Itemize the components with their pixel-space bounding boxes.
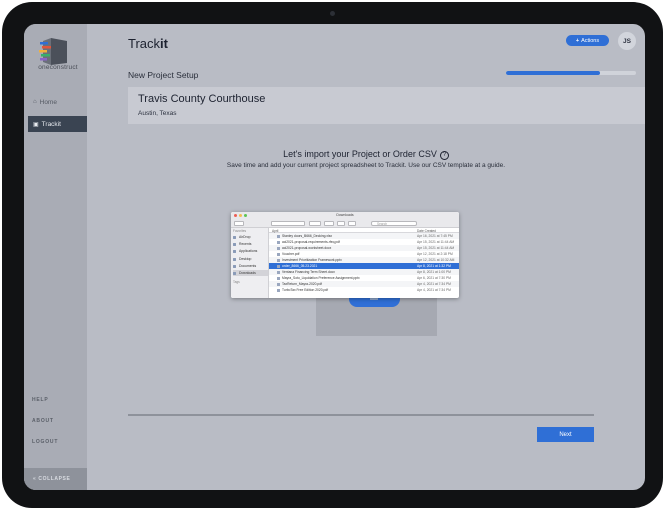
setup-progress-fill [506, 71, 600, 75]
documents-icon [233, 264, 236, 268]
sidebar-item-documents[interactable]: Documents [233, 263, 268, 269]
file-row[interactable]: TurboTax Free Edition 2020.pdf Apr 4, 202… [269, 287, 459, 293]
logout-link[interactable]: LOGOUT [32, 439, 58, 445]
collapse-button[interactable]: « COLLAPSE [24, 468, 87, 490]
sidebar-item-downloads[interactable]: Downloads [233, 270, 268, 276]
trackit-icon: ▣ [33, 121, 39, 128]
import-title-text: Let's import your Project or Order CSV [283, 149, 437, 159]
recents-icon [233, 242, 236, 246]
search-placeholder: Search [377, 222, 388, 226]
file-picker-window: Downloads Search Favorites AirDrop Recen… [231, 212, 459, 298]
file-icon [277, 252, 280, 256]
actions-button[interactable]: + Actions [566, 35, 609, 46]
window-zoom-icon[interactable] [244, 214, 247, 217]
sidebar-item-label: Documents [239, 264, 257, 268]
tags-heading: Tags [233, 280, 240, 284]
page-title-regular: Track [128, 36, 161, 51]
file-name: TurboTax Free Edition 2020.pdf [282, 288, 329, 292]
file-icon [277, 288, 280, 292]
window-close-icon[interactable] [234, 214, 237, 217]
file-picker-sidebar: Favorites AirDrop Recents Applications D… [231, 228, 269, 298]
import-subtitle: Save time and add your current project s… [226, 162, 506, 169]
user-avatar[interactable]: JS [618, 32, 636, 50]
back-forward-buttons[interactable] [234, 221, 244, 226]
file-icon [277, 282, 280, 286]
sidebar-item-label: Trackit [41, 120, 61, 128]
project-name: Travis County Courthouse [138, 93, 266, 105]
tablet-frame: oneconstruct ⌂ Home ▣ Trackit HELP ABOUT… [2, 2, 663, 508]
page-title: Trackit [128, 36, 168, 51]
file-icon [277, 264, 280, 268]
project-location: Austin, Texas [138, 110, 177, 117]
airdrop-icon [233, 235, 236, 239]
sidebar: oneconstruct ⌂ Home ▣ Trackit HELP ABOUT… [24, 24, 87, 490]
column-name-header[interactable]: April [272, 229, 278, 233]
file-icon [277, 258, 280, 262]
desktop-icon [233, 257, 236, 261]
file-date: Apr 4, 2021 at 7:34 PM [417, 288, 451, 292]
setup-progress-bar [506, 71, 636, 75]
camera-dot [330, 11, 335, 16]
file-list: April Date Created Stanley doors_B666_De… [269, 228, 459, 298]
footer-divider [128, 414, 594, 416]
downloads-icon [233, 271, 236, 275]
sidebar-item-desktop[interactable]: Desktop [233, 256, 268, 262]
share-icon[interactable] [337, 221, 345, 226]
collapse-label: COLLAPSE [38, 476, 71, 482]
question-circle-icon[interactable]: ? [439, 151, 449, 160]
setup-step-label: New Project Setup [128, 70, 199, 80]
project-card: Travis County Courthouse Austin, Texas [128, 87, 645, 124]
sidebar-item-label: Home [39, 98, 57, 106]
file-picker-title: Downloads [231, 212, 459, 219]
tag-icon[interactable] [348, 221, 356, 226]
sidebar-item-applications[interactable]: Applications [233, 248, 268, 254]
actions-label: Actions [581, 37, 600, 44]
sidebar-item-label: Desktop [239, 257, 252, 261]
file-picker-toolbar: Search [231, 219, 459, 228]
sidebar-item-trackit[interactable]: ▣ Trackit [28, 116, 87, 132]
file-icon [277, 246, 280, 250]
import-title: Let's import your Project or Order CSV? [87, 149, 645, 160]
next-button[interactable]: Next [537, 427, 594, 442]
group-button[interactable] [309, 221, 321, 226]
sidebar-item-label: Applications [239, 249, 258, 253]
sidebar-item-label: Downloads [239, 271, 256, 275]
column-date-header[interactable]: Date Created [417, 229, 436, 233]
window-minimize-icon[interactable] [239, 214, 242, 217]
file-icon [277, 240, 280, 244]
brand-wordmark: oneconstruct [38, 64, 78, 71]
page-title-bold: it [160, 36, 168, 51]
help-link[interactable]: HELP [32, 397, 49, 403]
sidebar-item-label: AirDrop [239, 235, 251, 239]
sidebar-item-label: Recents [239, 242, 252, 246]
app-screen: oneconstruct ⌂ Home ▣ Trackit HELP ABOUT… [24, 24, 645, 490]
sidebar-item-home[interactable]: ⌂ Home [28, 94, 87, 110]
file-icon [277, 270, 280, 274]
plus-icon: + [575, 37, 580, 44]
sidebar-item-airdrop[interactable]: AirDrop [233, 234, 268, 240]
sidebar-item-recents[interactable]: Recents [233, 241, 268, 247]
view-mode-buttons[interactable] [271, 221, 305, 226]
oneconstruct-logo-icon [39, 38, 67, 65]
about-link[interactable]: ABOUT [32, 418, 54, 424]
main-content: Trackit + Actions JS New Project Setup T… [87, 24, 645, 490]
double-chevron-left-icon: « [33, 476, 37, 482]
action-gear-icon[interactable] [324, 221, 334, 226]
applications-icon [233, 249, 236, 253]
file-search-input[interactable]: Search [371, 221, 417, 226]
favorites-heading: Favorites [233, 229, 247, 233]
home-icon: ⌂ [33, 99, 37, 105]
file-icon [277, 276, 280, 280]
file-icon [277, 234, 280, 238]
